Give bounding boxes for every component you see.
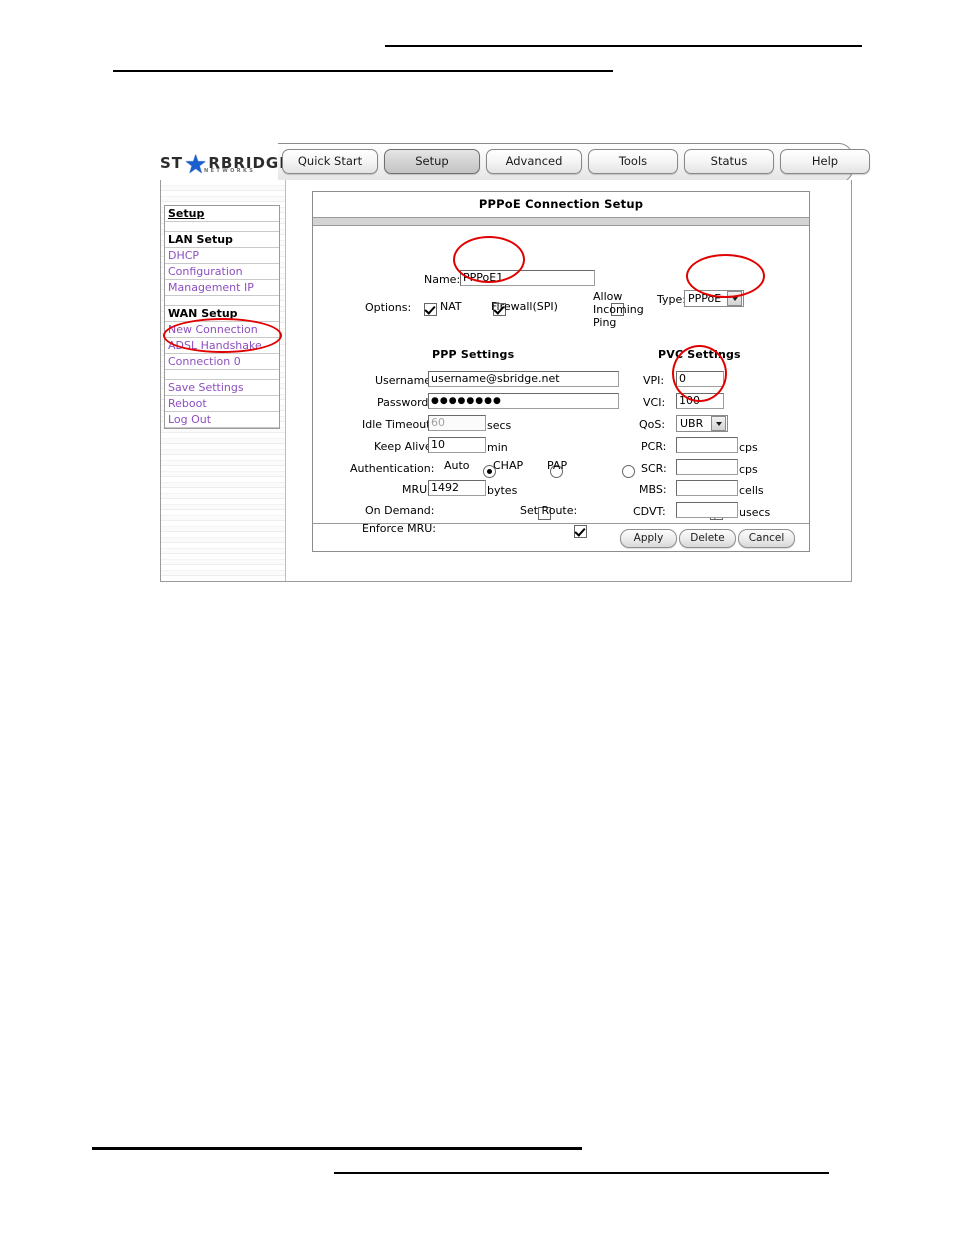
scr-input[interactable] [676,459,738,475]
sidebar-header-wan-setup: WAN Setup [165,306,279,322]
sidebar-item-new-connection[interactable]: New Connection [165,322,279,338]
mbs-input[interactable] [676,480,738,496]
tab-status[interactable]: Status [684,149,774,174]
cdvt-unit: usecs [739,506,771,519]
tab-list: Quick Start Setup Advanced Tools Status … [282,149,870,174]
type-dropdown-value: PPPoE [688,292,722,305]
vpi-label: VPI: [643,374,665,387]
password-label: Password: [377,396,433,409]
chevron-down-icon[interactable] [727,291,742,306]
page-title: PPPoE Connection Setup [478,197,644,211]
pppoe-connection-panel: PPPoE Connection Setup Name: PPPoE1 Opti… [312,191,810,552]
tab-setup[interactable]: Setup [384,149,480,174]
set-route-label: Set Route: [520,504,578,517]
action-button-bar: Apply Delete Cancel [313,523,809,551]
qos-dropdown-value: UBR [680,417,704,430]
auth-chap-label: CHAP [493,459,524,472]
vci-label: VCI: [643,396,666,409]
password-input[interactable]: ●●●●●●●● [428,393,619,409]
auth-auto-label: Auto [444,459,470,472]
pcr-unit: cps [739,441,758,454]
star-icon: ★ [184,150,208,180]
logo-subtitle: NETWORKS [204,168,256,174]
main-content: PPPoE Connection Setup Name: PPPoE1 Opti… [286,180,850,581]
pcr-input[interactable] [676,437,738,453]
scr-unit: cps [739,463,758,476]
pcr-label: PCR: [641,440,667,453]
mru-input[interactable]: 1492 [428,480,486,496]
cdvt-input[interactable] [676,502,738,518]
sidebar-spacer-1 [165,222,279,232]
name-input[interactable]: PPPoE1 [460,270,595,286]
panel-inner: Name: PPPoE1 Options: NAT Firewall(SPI) … [313,226,809,551]
footer-rule-top [92,1147,582,1150]
scr-label: SCR: [641,462,667,475]
footer-rule-bottom [334,1172,829,1174]
mru-unit: bytes [487,484,518,497]
name-label: Name: [424,273,461,286]
auth-pap-radio[interactable] [622,465,636,478]
sidebar-spacer-3 [165,370,279,380]
window-body: Setup LAN Setup DHCP Configuration Manag… [160,180,852,582]
allow-incoming-ping-label-line3: Ping [593,316,617,329]
tab-advanced[interactable]: Advanced [486,149,582,174]
panel-divider [313,217,809,226]
ppp-settings-title: PPP Settings [432,348,515,361]
firewall-spi-label: Firewall(SPI) [491,300,558,313]
tab-help[interactable]: Help [780,149,870,174]
cancel-button[interactable]: Cancel [738,529,795,548]
sidebar-item-adsl-handshake[interactable]: ADSL Handshake [165,338,279,354]
sidebar-header-lan-setup: LAN Setup [165,232,279,248]
mbs-label: MBS: [639,483,667,496]
apply-button[interactable]: Apply [620,529,677,548]
tab-tools[interactable]: Tools [588,149,678,174]
sidebar-item-setup[interactable]: Setup [165,206,279,222]
router-admin-window: ST ★ RBRIDGE NETWORKS Quick Start Setup … [160,143,870,582]
sidebar-item-dhcp[interactable]: DHCP [165,248,279,264]
header-rule-second [113,70,613,72]
allow-incoming-ping-label-line2: Incoming [593,303,644,316]
tab-quick-start[interactable]: Quick Start [282,149,378,174]
sidebar-item-configuration[interactable]: Configuration [165,264,279,280]
vpi-input[interactable]: 0 [676,371,724,387]
type-dropdown[interactable]: PPPoE [684,290,744,307]
sidebar-menu: Setup LAN Setup DHCP Configuration Manag… [164,205,280,429]
sidebar-item-save-settings[interactable]: Save Settings [165,380,279,396]
allow-incoming-ping-label-line1: Allow [593,290,623,303]
on-demand-label: On Demand: [365,504,435,517]
vci-input[interactable]: 100 [676,393,724,409]
chevron-down-icon[interactable] [711,416,726,431]
nat-label: NAT [440,300,462,313]
keep-alive-input[interactable]: 10 [428,437,486,453]
qos-label: QoS: [639,418,666,431]
authentication-label: Authentication: [350,462,435,475]
keep-alive-unit: min [487,441,508,454]
top-navigation-bar: ST ★ RBRIDGE NETWORKS Quick Start Setup … [160,143,870,183]
logo-text-left: ST [160,153,184,172]
username-label: Username: [375,374,435,387]
nat-checkbox[interactable] [424,303,437,316]
sidebar-item-log-out[interactable]: Log Out [165,412,279,428]
sidebar: Setup LAN Setup DHCP Configuration Manag… [161,180,286,581]
sidebar-item-reboot[interactable]: Reboot [165,396,279,412]
keep-alive-label: Keep Alive: [374,440,436,453]
starbridge-logo: ST ★ RBRIDGE NETWORKS [160,149,289,180]
pvc-settings-title: PVC Settings [658,348,741,361]
options-label: Options: [365,301,412,314]
sidebar-spacer-2 [165,296,279,306]
idle-timeout-label: Idle Timeout: [362,418,435,431]
type-label: Type: [657,293,686,306]
qos-dropdown[interactable]: UBR [676,415,728,432]
cdvt-label: CDVT: [633,505,666,518]
mbs-unit: cells [739,484,764,497]
delete-button[interactable]: Delete [679,529,736,548]
sidebar-item-connection-0[interactable]: Connection 0 [165,354,279,370]
username-input[interactable]: username@sbridge.net [428,371,619,387]
mru-label: MRU: [402,483,431,496]
auth-pap-label: PAP [547,459,568,472]
header-rule-top [385,45,862,47]
idle-timeout-input[interactable]: 60 [428,415,486,431]
idle-timeout-unit: secs [487,419,512,432]
sidebar-item-management-ip[interactable]: Management IP [165,280,279,296]
